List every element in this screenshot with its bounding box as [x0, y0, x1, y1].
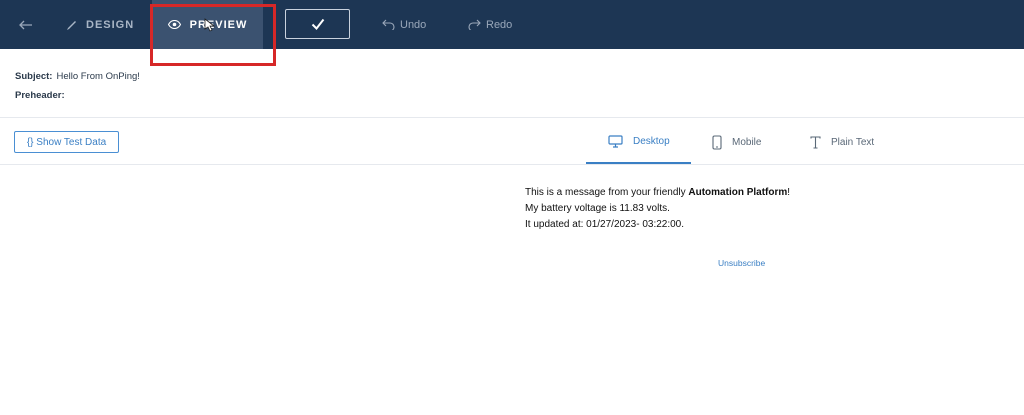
arrow-left-icon	[19, 20, 32, 29]
tab-plain-text[interactable]: Plain Text	[810, 120, 890, 164]
email-line-1-text: This is a message from your friendly	[525, 187, 689, 198]
subject-label: Subject:	[15, 71, 53, 82]
redo-icon	[468, 19, 481, 30]
email-meta: Subject: Hello From OnPing! Preheader:	[15, 67, 140, 105]
subject-row: Subject: Hello From OnPing!	[15, 67, 140, 86]
divider	[0, 164, 1024, 165]
email-line-1-suffix: !	[787, 187, 791, 198]
tab-mobile-label: Mobile	[732, 136, 762, 148]
divider	[0, 117, 1024, 118]
text-icon	[810, 135, 821, 149]
subject-value[interactable]: Hello From OnPing!	[56, 71, 139, 82]
preheader-row: Preheader:	[15, 86, 140, 105]
preview-label: PREVIEW	[189, 18, 248, 31]
email-preview-body: This is a message from your friendly Aut…	[525, 185, 790, 233]
brush-icon	[67, 20, 76, 30]
back-button[interactable]	[12, 0, 40, 49]
unsubscribe-link[interactable]: Unsubscribe	[718, 258, 765, 268]
checkmark-icon	[311, 18, 324, 30]
eye-icon	[167, 20, 181, 29]
design-label: DESIGN	[86, 18, 135, 31]
email-line-2: My battery voltage is 11.83 volts.	[525, 203, 670, 214]
undo-button[interactable]: Undo	[382, 0, 442, 49]
desktop-icon	[608, 134, 623, 148]
tab-mobile[interactable]: Mobile	[712, 120, 782, 164]
redo-label: Redo	[486, 18, 513, 31]
design-tab[interactable]: DESIGN	[66, 0, 146, 49]
redo-button[interactable]: Redo	[468, 0, 528, 49]
show-test-data-button[interactable]: {} Show Test Data	[14, 131, 119, 153]
email-line-3: It updated at: 01/27/2023- 03:22:00.	[525, 219, 685, 230]
tab-desktop[interactable]: Desktop	[586, 120, 691, 164]
top-toolbar: DESIGN PREVIEW Undo Redo	[0, 0, 1024, 49]
confirm-button[interactable]	[285, 9, 350, 39]
email-line-1: This is a message from your friendly Aut…	[525, 185, 790, 201]
tab-plain-text-label: Plain Text	[831, 136, 875, 148]
undo-label: Undo	[400, 18, 427, 31]
email-line-1-bold: Automation Platform	[688, 187, 788, 198]
mouse-cursor-icon	[204, 18, 215, 32]
mobile-icon	[712, 134, 722, 150]
preheader-label: Preheader:	[15, 90, 65, 101]
tab-desktop-label: Desktop	[633, 135, 670, 147]
undo-icon	[382, 19, 395, 30]
